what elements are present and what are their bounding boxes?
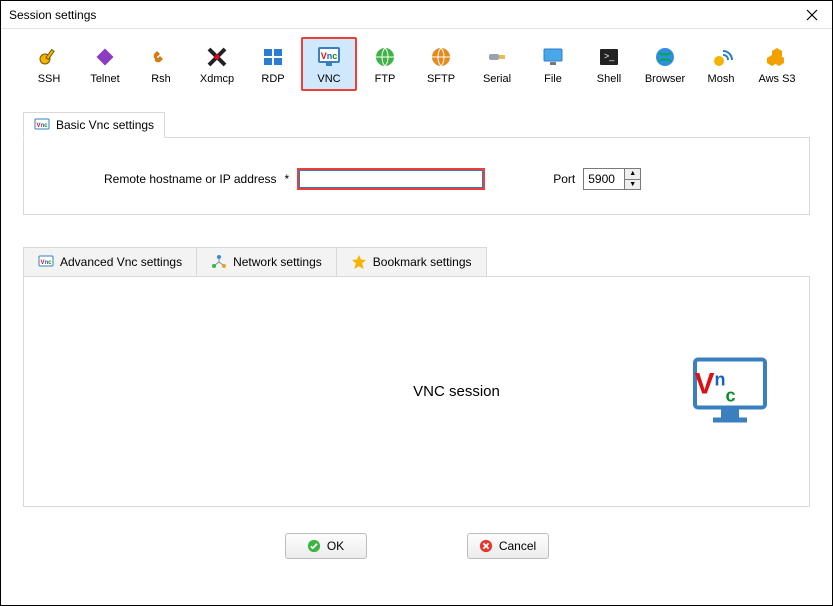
star-icon	[351, 254, 367, 270]
close-button[interactable]	[800, 3, 824, 27]
session-type-label: SSH	[38, 73, 61, 85]
required-mark: *	[285, 172, 290, 186]
cancel-button-label: Cancel	[499, 539, 536, 553]
session-type-label: SFTP	[427, 73, 455, 85]
session-type-file[interactable]: File	[525, 37, 581, 91]
diamond-icon	[93, 45, 117, 69]
session-type-shell[interactable]: >_ Shell	[581, 37, 637, 91]
session-type-label: FTP	[375, 73, 396, 85]
basic-vnc-settings-tab[interactable]: Vnc Basic Vnc settings	[23, 112, 165, 138]
link-icon	[149, 45, 173, 69]
svg-text:Vnc: Vnc	[36, 123, 48, 129]
session-type-label: Rsh	[151, 73, 171, 85]
windows-icon	[261, 45, 285, 69]
session-type-label: Xdmcp	[200, 73, 234, 85]
port-decrement-button[interactable]: ▼	[625, 180, 640, 190]
vnc-large-icon: Vnc	[691, 355, 769, 428]
hostname-input[interactable]	[297, 168, 485, 190]
session-type-ftp[interactable]: FTP	[357, 37, 413, 91]
terminal-icon: >_	[597, 45, 621, 69]
session-description-text: VNC session	[413, 383, 500, 400]
session-type-browser[interactable]: Browser	[637, 37, 693, 91]
globe-green-icon	[373, 45, 397, 69]
tab-label: Advanced Vnc settings	[60, 255, 182, 269]
hostname-label: Remote hostname or IP address	[104, 172, 277, 186]
secondary-tabstrip: Vnc Advanced Vnc settings Network settin…	[23, 247, 810, 277]
session-type-label: Browser	[645, 73, 685, 85]
basic-tab-label: Basic Vnc settings	[56, 118, 154, 132]
tab-label: Bookmark settings	[373, 255, 472, 269]
cancel-button[interactable]: Cancel	[467, 533, 549, 559]
session-type-xdmcp[interactable]: Xdmcp	[189, 37, 245, 91]
session-type-label: Aws S3	[758, 73, 795, 85]
monitor-icon	[541, 45, 565, 69]
basic-vnc-settings-panel: Vnc Basic Vnc settings Remote hostname o…	[23, 137, 810, 215]
globe-orange-icon	[429, 45, 453, 69]
session-type-vnc[interactable]: Vnc VNC	[301, 37, 357, 91]
session-type-rsh[interactable]: Rsh	[133, 37, 189, 91]
port-increment-button[interactable]: ▲	[625, 169, 640, 180]
basic-settings-row: Remote hostname or IP address * Port ▲ ▼	[44, 168, 789, 190]
ok-button[interactable]: OK	[285, 533, 367, 559]
tab-advanced-vnc-settings[interactable]: Vnc Advanced Vnc settings	[23, 247, 197, 276]
vnc-icon: Vnc	[38, 254, 54, 270]
session-type-label: Serial	[483, 73, 511, 85]
network-icon	[211, 254, 227, 270]
session-type-sftp[interactable]: SFTP	[413, 37, 469, 91]
session-type-serial[interactable]: Serial	[469, 37, 525, 91]
session-description-panel: VNC session Vnc	[23, 277, 810, 507]
session-type-label: Mosh	[708, 73, 735, 85]
svg-text:Vnc: Vnc	[321, 51, 338, 61]
content-area: Vnc Basic Vnc settings Remote hostname o…	[1, 95, 832, 559]
x-icon	[205, 45, 229, 69]
svg-text:Vnc: Vnc	[40, 260, 52, 266]
serial-icon	[485, 45, 509, 69]
session-type-ssh[interactable]: SSH	[21, 37, 77, 91]
vnc-icon: Vnc	[34, 117, 50, 133]
session-type-label: Telnet	[90, 73, 119, 85]
cubes-icon	[765, 45, 789, 69]
session-type-label: Shell	[597, 73, 621, 85]
key-icon	[37, 45, 61, 69]
session-type-label: RDP	[261, 73, 284, 85]
session-settings-window: Session settings SSH Telnet Rsh	[0, 0, 833, 606]
session-type-rdp[interactable]: RDP	[245, 37, 301, 91]
satellite-icon	[709, 45, 733, 69]
globe-blue-icon	[653, 45, 677, 69]
session-type-telnet[interactable]: Telnet	[77, 37, 133, 91]
session-type-label: VNC	[317, 73, 340, 85]
window-title: Session settings	[9, 8, 96, 22]
port-input[interactable]	[584, 169, 624, 189]
dialog-button-row: OK Cancel	[23, 533, 810, 559]
tab-network-settings[interactable]: Network settings	[196, 247, 337, 276]
session-type-toolbar: SSH Telnet Rsh Xdmcp RDP	[1, 29, 832, 95]
session-type-aws-s3[interactable]: Aws S3	[749, 37, 805, 91]
vnc-icon: Vnc	[317, 45, 341, 69]
svg-text:>_: >_	[604, 51, 615, 61]
titlebar: Session settings	[1, 1, 832, 29]
session-type-label: File	[544, 73, 562, 85]
port-label: Port	[553, 172, 575, 186]
port-spinner: ▲ ▼	[583, 168, 641, 190]
tab-label: Network settings	[233, 255, 322, 269]
session-type-mosh[interactable]: Mosh	[693, 37, 749, 91]
tab-bookmark-settings[interactable]: Bookmark settings	[336, 247, 487, 276]
ok-button-label: OK	[327, 539, 344, 553]
